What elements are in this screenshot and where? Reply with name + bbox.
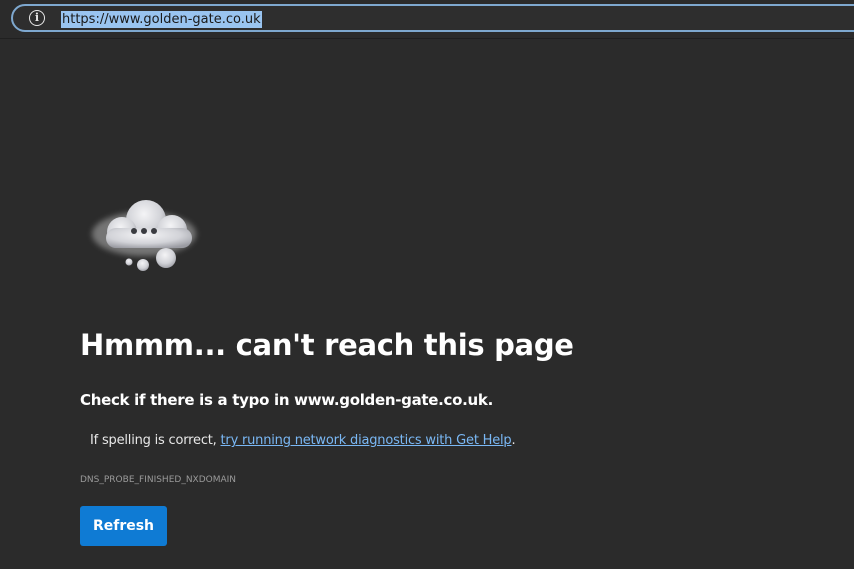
spelling-hint-prefix: If spelling is correct, bbox=[90, 433, 221, 448]
browser-toolbar: i https://www.golden-gate.co.uk bbox=[0, 0, 854, 39]
url-text[interactable]: https://www.golden-gate.co.uk bbox=[61, 11, 262, 28]
refresh-button[interactable]: Refresh bbox=[80, 506, 167, 546]
page-title: Hmmm... can't reach this page bbox=[80, 328, 574, 362]
network-diagnostics-link[interactable]: try running network diagnostics with Get… bbox=[221, 433, 512, 448]
error-code: DNS_PROBE_FINISHED_NXDOMAIN bbox=[80, 475, 237, 485]
cloud-thinking-icon bbox=[86, 190, 206, 280]
spelling-hint-suffix: . bbox=[511, 433, 516, 448]
address-bar[interactable]: i https://www.golden-gate.co.uk bbox=[11, 4, 854, 32]
info-icon[interactable]: i bbox=[29, 10, 45, 26]
typo-check-message: Check if there is a typo in www.golden-g… bbox=[80, 391, 494, 409]
spelling-hint: If spelling is correct, try running netw… bbox=[90, 433, 516, 448]
